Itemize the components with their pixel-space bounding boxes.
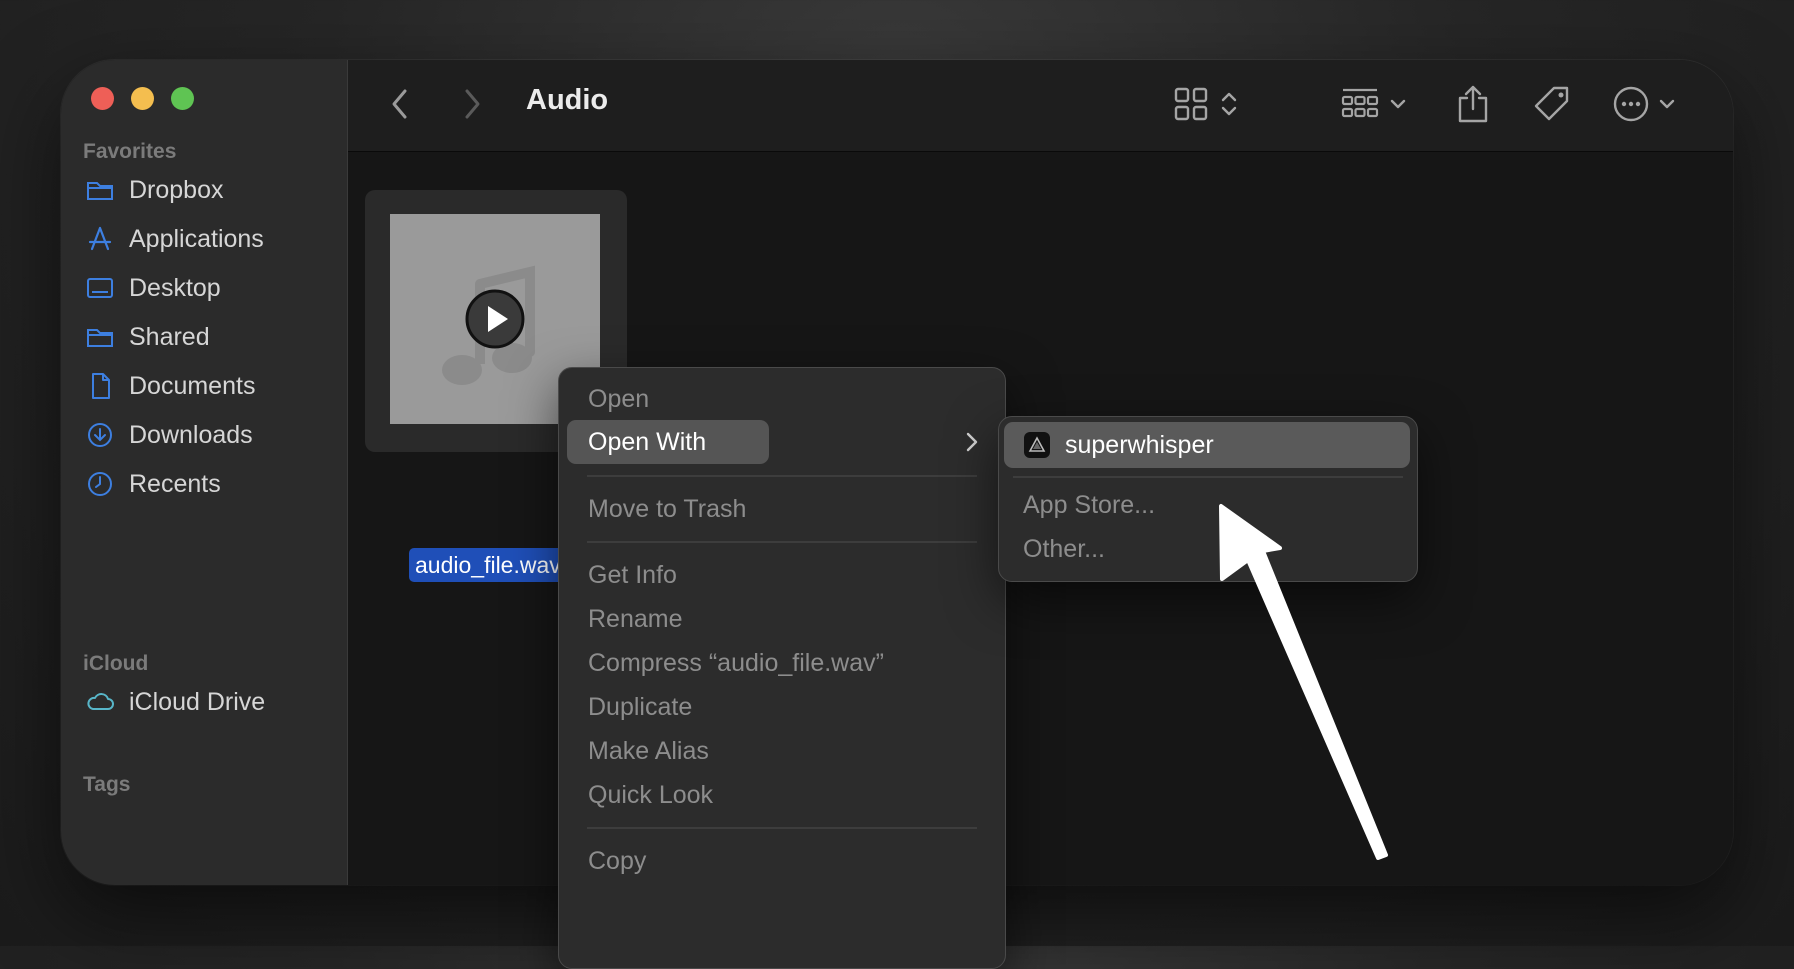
submenu-item-app-store[interactable]: App Store...	[1023, 488, 1155, 522]
ellipsis-circle-icon	[1613, 86, 1649, 122]
sidebar-item-dropbox[interactable]: Dropbox	[85, 170, 224, 210]
tag-icon	[1534, 86, 1569, 121]
grid-view-icon	[1174, 87, 1208, 121]
sidebar-item-label: Shared	[129, 322, 210, 351]
sidebar-item-label: Documents	[129, 371, 256, 400]
sidebar-item-recents[interactable]: Recents	[85, 464, 221, 504]
sidebar-item-icloud-drive[interactable]: iCloud Drive	[85, 682, 265, 722]
toolbar: Audio	[348, 60, 1733, 152]
file-name-label[interactable]: audio_file.wav	[409, 548, 571, 582]
share-button[interactable]	[1456, 82, 1490, 126]
menu-item-duplicate[interactable]: Duplicate	[588, 690, 692, 724]
sidebar-item-label: Dropbox	[129, 175, 224, 204]
sidebar-section-tags: Tags	[83, 773, 131, 796]
chevron-down-icon	[1659, 99, 1675, 109]
group-icon	[1341, 88, 1379, 118]
menu-item-rename[interactable]: Rename	[588, 602, 683, 636]
applications-icon	[88, 226, 112, 251]
menu-item-quick-look[interactable]: Quick Look	[588, 778, 713, 812]
more-actions-button[interactable]	[1612, 82, 1678, 126]
zoom-window-button[interactable]	[171, 87, 194, 110]
open-with-submenu: superwhisper App Store... Other...	[998, 416, 1418, 582]
sidebar-item-label: Desktop	[129, 273, 221, 302]
minimize-window-button[interactable]	[131, 87, 154, 110]
menu-separator	[587, 475, 977, 477]
chevron-right-icon	[465, 89, 480, 119]
share-icon	[1458, 85, 1488, 123]
sidebar-item-label: iCloud Drive	[129, 687, 266, 716]
chevron-right-icon	[966, 432, 978, 452]
menu-item-compress[interactable]: Compress “audio_file.wav”	[588, 646, 884, 680]
chevron-down-icon	[1390, 99, 1406, 109]
menu-item-move-to-trash[interactable]: Move to Trash	[588, 492, 746, 526]
download-icon	[88, 423, 112, 447]
menu-item-copy[interactable]: Copy	[588, 844, 646, 878]
group-button[interactable]	[1341, 82, 1409, 126]
menu-item-make-alias[interactable]: Make Alias	[588, 734, 709, 768]
window-title: Audio	[526, 84, 609, 116]
sidebar-item-label: Applications	[129, 224, 264, 253]
clock-icon	[88, 472, 112, 496]
menu-separator	[1013, 476, 1403, 478]
superwhisper-app-icon	[1024, 432, 1050, 458]
sidebar: Favorites Dropbox Applications Desktop S…	[61, 60, 348, 885]
chevron-up-down-icon	[1221, 92, 1237, 116]
submenu-item-label: superwhisper	[1065, 431, 1214, 459]
document-icon	[92, 373, 110, 399]
sidebar-section-icloud: iCloud	[83, 652, 149, 675]
sidebar-item-desktop[interactable]: Desktop	[85, 268, 221, 308]
forward-button[interactable]	[460, 82, 484, 126]
sidebar-item-label: Recents	[129, 469, 221, 498]
play-icon[interactable]	[464, 288, 526, 350]
sidebar-item-label: Downloads	[129, 420, 253, 449]
cloud-icon	[87, 693, 114, 710]
menu-separator	[587, 827, 977, 829]
submenu-item-other[interactable]: Other...	[1023, 532, 1105, 566]
folder-icon	[87, 182, 113, 200]
sidebar-item-applications[interactable]: Applications	[85, 219, 264, 259]
tag-button[interactable]	[1532, 82, 1572, 126]
folder-icon	[87, 329, 113, 347]
sidebar-item-shared[interactable]: Shared	[85, 317, 210, 357]
menu-item-open[interactable]: Open	[588, 382, 649, 416]
sidebar-item-downloads[interactable]: Downloads	[85, 415, 253, 455]
sidebar-section-favorites: Favorites	[83, 140, 177, 163]
sidebar-item-documents[interactable]: Documents	[85, 366, 255, 406]
back-button[interactable]	[388, 82, 412, 126]
menu-item-get-info[interactable]: Get Info	[588, 558, 677, 592]
menu-item-open-with[interactable]: Open With	[567, 420, 769, 464]
menu-separator	[587, 541, 977, 543]
close-window-button[interactable]	[91, 87, 114, 110]
view-mode-button[interactable]	[1174, 82, 1240, 126]
chevron-left-icon	[392, 89, 407, 119]
context-menu: Open Open With Move to Trash Get Info Re…	[558, 367, 1006, 969]
desktop-icon	[87, 278, 113, 298]
